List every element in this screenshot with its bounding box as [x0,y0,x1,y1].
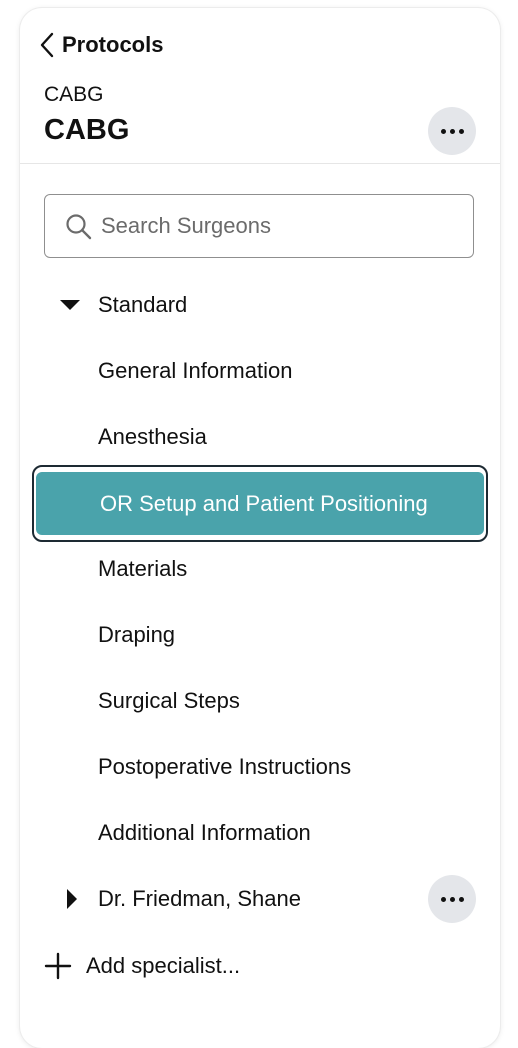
caret-down-icon [60,280,80,330]
selected-item-highlight: OR Setup and Patient Positioning [36,472,484,535]
search-surgeons-input[interactable] [101,195,461,257]
tree-item-label: Draping [98,622,176,647]
tree-item-label: Postoperative Instructions [98,754,352,779]
back-to-protocols-link[interactable]: Protocols [40,30,163,60]
tree-item-additional-information[interactable]: Additional Information [20,808,500,858]
tree-group-standard[interactable]: Standard [20,280,500,330]
chevron-left-icon [40,32,54,58]
search-box [44,194,474,258]
tree-item-postoperative-instructions[interactable]: Postoperative Instructions [20,742,500,792]
tree-item-label: General Information [98,358,293,383]
add-specialist-label: Add specialist... [86,953,241,978]
plus-icon [44,952,72,980]
tree-group-surgeon[interactable]: Dr. Friedman, Shane [20,874,420,924]
protocol-panel: Protocols CABG CABG Standard General Inf… [20,8,500,1048]
add-specialist-button[interactable]: Add specialist... [44,941,240,991]
tree-item-surgical-steps[interactable]: Surgical Steps [20,676,500,726]
tree-item-anesthesia[interactable]: Anesthesia [20,412,500,462]
header-divider [20,163,500,164]
tree-item-label: OR Setup and Patient Positioning [100,490,428,516]
tree-group-label: Standard [98,292,188,317]
tree-surgeon-label: Dr. Friedman, Shane [98,886,301,911]
ellipsis-icon [440,128,446,134]
protocol-more-button[interactable] [428,107,476,155]
tree-item-label: Anesthesia [98,424,207,449]
tree-item-draping[interactable]: Draping [20,610,500,660]
search-icon [66,214,92,240]
tree-item-general-information[interactable]: General Information [20,346,500,396]
back-link-label: Protocols [62,32,164,57]
surgeon-more-button[interactable] [428,875,476,923]
tree-item-label: Additional Information [98,820,311,845]
page-title: CABG [44,114,130,146]
tree-item-label: Surgical Steps [98,688,240,713]
tree-item-label: Materials [98,556,188,581]
tree-item-or-setup-selected[interactable]: OR Setup and Patient Positioning [32,465,488,542]
protocol-subtitle: CABG [44,83,104,106]
ellipsis-icon [440,896,446,902]
caret-right-icon [66,874,78,924]
tree-item-materials[interactable]: Materials [20,544,500,594]
